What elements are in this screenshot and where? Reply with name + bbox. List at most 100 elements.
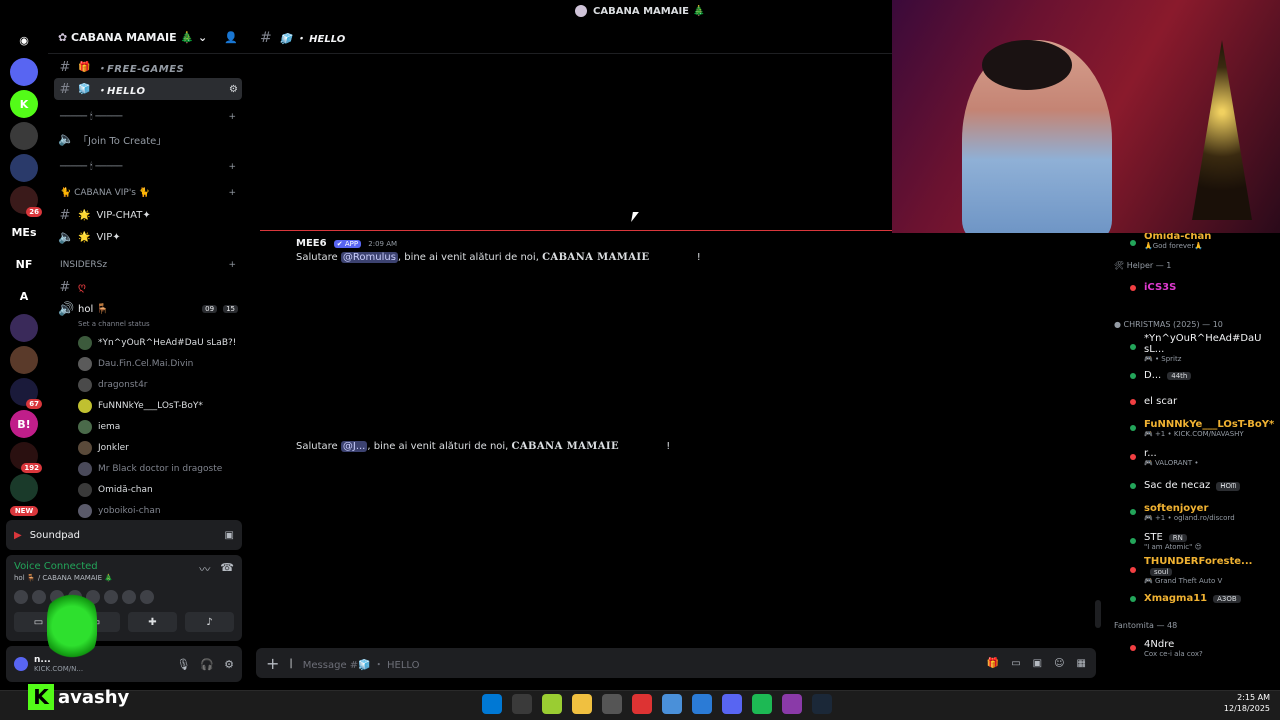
member-item[interactable]: iCS3S	[1104, 274, 1280, 300]
message[interactable]: MEE6 ✔ APP 2:09 AM Salutare @Romulus, bi…	[296, 238, 701, 263]
server-icon[interactable]: 67	[10, 378, 42, 409]
voice-user[interactable]: dragonst4r	[48, 374, 248, 395]
voice-user[interactable]: Omidă-chan	[48, 479, 248, 500]
gif-icon[interactable]: ▭	[1011, 658, 1020, 669]
app-icon[interactable]	[782, 694, 802, 714]
server-icon[interactable]: NF	[10, 250, 38, 278]
channel-status-hint[interactable]: Set a channel status	[48, 320, 248, 332]
noise-suppression-icon[interactable]: 〰	[199, 561, 210, 582]
voice-channel-hol[interactable]: 🔊 hol 🪑 09 15	[48, 298, 248, 320]
voice-user[interactable]: iema	[48, 416, 248, 437]
user-avatar[interactable]	[14, 657, 28, 671]
voice-location[interactable]: hol 🪑 / CABANA MAMAIE 🎄	[14, 574, 113, 582]
message-input[interactable]: Message #🧊 ・ HELLO	[303, 656, 420, 671]
avatar[interactable]	[32, 590, 46, 604]
discord-home-button[interactable]: ◉	[10, 26, 38, 54]
avatar[interactable]	[14, 590, 28, 604]
channel-join-to-create[interactable]: 🔈 「Join To Create」	[48, 128, 248, 150]
search-icon[interactable]	[512, 694, 532, 714]
category-insiders[interactable]: INSIDERSz +	[48, 254, 248, 276]
chrome-icon[interactable]	[662, 694, 682, 714]
discord-icon[interactable]	[722, 694, 742, 714]
server-header[interactable]: ✿ CABANA MAMAIE 🎄 ⌄ 👤	[48, 22, 248, 54]
settings-gear-icon[interactable]: ⚙	[229, 84, 238, 95]
add-member-icon[interactable]: 👤	[224, 31, 238, 44]
apps-icon[interactable]: ▦	[1077, 658, 1086, 669]
plus-icon[interactable]: +	[228, 162, 236, 172]
avatar[interactable]	[140, 590, 154, 604]
voice-user[interactable]: FuNNNkYe___LOsT-BoY*	[48, 395, 248, 416]
server-icon[interactable]	[10, 474, 38, 502]
voice-user[interactable]: Jonkler	[48, 437, 248, 458]
member-item[interactable]: Xmagma11 A3OB	[1104, 585, 1280, 611]
channel-hello[interactable]: # 🧊 ・HELLO ⚙	[54, 78, 242, 100]
emoji-icon[interactable]: ☺	[1054, 658, 1064, 669]
voice-user[interactable]: yoboikoi-chan	[48, 500, 248, 520]
disconnect-icon[interactable]: ☎	[220, 561, 234, 582]
user-mention[interactable]: @J...	[340, 441, 368, 452]
plus-icon[interactable]: +	[228, 188, 236, 198]
member-item[interactable]: Sac de necaz ᕼOᗰ	[1104, 472, 1280, 498]
message-author[interactable]: MEE6	[296, 238, 327, 249]
voice-user[interactable]: *Yn^yOuR^HeAd#DaU sLaB?!	[48, 332, 248, 353]
activities-button[interactable]: ✚	[128, 612, 177, 632]
settings-gear-icon[interactable]: ⚙	[224, 658, 234, 671]
channel-insiders-text[interactable]: # ღ	[48, 276, 248, 298]
member-item[interactable]: D... 44th	[1104, 362, 1280, 388]
server-icon[interactable]	[10, 154, 38, 182]
member-item[interactable]: *Yn^yOuR^HeAd#DaU sL... 🎮 • Spritz	[1104, 333, 1280, 363]
plus-icon[interactable]: +	[228, 112, 236, 122]
edge-icon[interactable]	[692, 694, 712, 714]
server-icon[interactable]: B!	[10, 410, 38, 438]
spotify-icon[interactable]	[752, 694, 772, 714]
obs-icon[interactable]	[602, 694, 622, 714]
microphone-icon[interactable]: 🎙	[176, 658, 190, 671]
server-icon[interactable]	[10, 122, 38, 150]
server-icon[interactable]	[10, 314, 38, 342]
channel-vip-voice[interactable]: 🔈 🌟 VIP✦	[48, 226, 248, 248]
notepad-icon[interactable]	[542, 694, 562, 714]
server-icon[interactable]: K	[10, 90, 38, 118]
windows-start-icon[interactable]	[482, 694, 502, 714]
member-item[interactable]: el scar	[1104, 388, 1280, 414]
member-item[interactable]: 4Ndre Cox ce-i ala cox?	[1104, 634, 1280, 663]
member-item[interactable]: r... 🎮 VALORANT •	[1104, 443, 1280, 472]
voice-user[interactable]: Dau.Fin.Cel.Mai.Divin	[48, 353, 248, 374]
message[interactable]: Salutare @J..., bine ai venit alături de…	[296, 441, 670, 452]
avatar[interactable]	[122, 590, 136, 604]
member-item[interactable]: Omidă-chan 🙏God forever🙏	[1104, 233, 1280, 251]
member-item[interactable]: FuNNNkYe___LOsT-BoY* 🎮 +1 • KICK.COM/NAVA…	[1104, 414, 1280, 443]
new-badge[interactable]: NEW	[9, 506, 39, 516]
steam-icon[interactable]	[812, 694, 832, 714]
channel-vip-chat[interactable]: # 🌟 VIP-CHAT✦	[48, 204, 248, 226]
server-icon[interactable]: 26	[10, 186, 42, 217]
divider-category[interactable]: ───── 🕯 ───── +	[48, 156, 248, 178]
category-vip[interactable]: 🐈 CABANA VIP's 🐈 +	[48, 182, 248, 204]
file-explorer-icon[interactable]	[572, 694, 592, 714]
user-mention[interactable]: @Romulus	[340, 252, 398, 263]
soundpad-panel[interactable]: ▶ Soundpad ▣	[6, 520, 242, 550]
screen-icon[interactable]: ▣	[225, 530, 234, 541]
chat-scrollbar[interactable]	[1095, 600, 1101, 628]
server-icon[interactable]: MEs	[10, 218, 38, 246]
system-tray[interactable]: 2:15 AM 12/18/2025	[1224, 692, 1270, 714]
member-item[interactable]: STE RN "I am Atomic" 😍	[1104, 527, 1280, 556]
server-icon[interactable]	[10, 346, 38, 374]
sticker-icon[interactable]: ▣	[1033, 658, 1042, 669]
divider-category[interactable]: ───── 🕯 ───── +	[48, 106, 248, 128]
plus-icon[interactable]: +	[228, 260, 236, 270]
soundboard-button[interactable]: ♪	[185, 612, 234, 632]
avatar[interactable]	[104, 590, 118, 604]
channel-free-games[interactable]: # 🎁 ・FREE-GAMES	[48, 56, 248, 78]
voice-user[interactable]: Mr Black doctor in dragoste	[48, 458, 248, 479]
server-icon[interactable]	[10, 58, 38, 86]
server-icon[interactable]: 192	[10, 442, 42, 473]
member-item[interactable]: THUNDERForeste...soul 🎮 Grand Theft Auto …	[1104, 556, 1280, 585]
headphones-icon[interactable]: 🎧	[200, 658, 214, 671]
gift-icon[interactable]: 🎁	[987, 658, 999, 669]
plus-icon[interactable]: +	[266, 654, 279, 673]
message-text: , bine ai venit alături de noi,	[367, 441, 512, 452]
youtube-icon[interactable]	[632, 694, 652, 714]
server-icon[interactable]: A	[10, 282, 38, 310]
member-item[interactable]: softenjoyer 🎮 +1 • ogland.ro/discord	[1104, 498, 1280, 527]
